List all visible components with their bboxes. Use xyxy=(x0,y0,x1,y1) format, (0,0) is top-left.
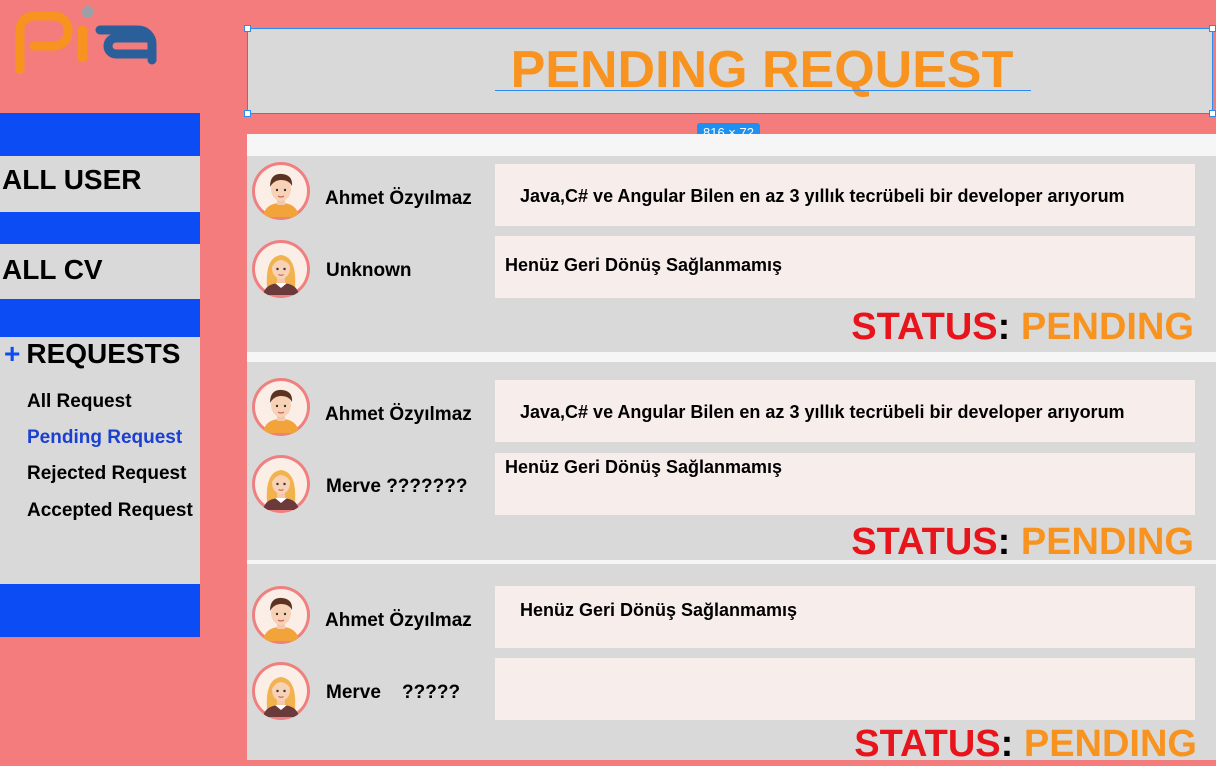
male-avatar-icon xyxy=(252,162,310,220)
status-label: STATUS xyxy=(851,521,998,563)
request-card[interactable]: Ahmet Özyılmaz Henüz Geri Dönüş Sağlanma… xyxy=(247,564,1216,765)
status-indicator: STATUS: PENDING xyxy=(851,305,1194,349)
title-underline xyxy=(495,90,1031,91)
status-colon: : xyxy=(1000,723,1014,765)
male-avatar-icon xyxy=(252,378,310,436)
status-colon: : xyxy=(997,306,1011,348)
resize-handle[interactable] xyxy=(244,25,251,32)
nav-accepted-request[interactable]: Accepted Request xyxy=(27,500,193,522)
expand-plus-icon[interactable]: + xyxy=(4,338,20,369)
resize-handle[interactable] xyxy=(1209,25,1216,32)
request-card[interactable]: Ahmet Özyılmaz Java,C# ve Angular Bilen … xyxy=(247,362,1216,563)
requester-name: Ahmet Özyılmaz xyxy=(325,188,472,209)
female-avatar-icon xyxy=(252,455,310,513)
resize-handle[interactable] xyxy=(1209,110,1216,117)
status-indicator: STATUS: PENDING xyxy=(854,722,1197,766)
nav-requests[interactable]: + REQUESTS xyxy=(4,338,180,370)
status-label: STATUS xyxy=(851,306,998,348)
requests-label: REQUESTS xyxy=(26,338,181,369)
page-title: PENDING REQUEST xyxy=(510,41,1014,99)
response-message xyxy=(495,658,1195,720)
status-value: PENDING xyxy=(1023,723,1197,765)
nav-pending-request[interactable]: Pending Request xyxy=(27,427,182,449)
responder-name: Merve ??????? xyxy=(326,476,468,497)
male-avatar-icon xyxy=(252,586,310,644)
status-value: PENDING xyxy=(1020,521,1194,563)
resize-handle[interactable] xyxy=(244,110,251,117)
request-message: Java,C# ve Angular Bilen en az 3 yıllık … xyxy=(495,164,1195,226)
requester-name: Ahmet Özyılmaz xyxy=(325,404,472,425)
requests-group xyxy=(0,337,200,584)
sidebar-divider xyxy=(0,584,200,637)
nav-all-cv[interactable]: ALL CV xyxy=(2,254,103,286)
request-message: Java,C# ve Angular Bilen en az 3 yıllık … xyxy=(495,380,1195,442)
status-indicator: STATUS: PENDING xyxy=(851,520,1194,564)
status-value: PENDING xyxy=(1020,306,1194,348)
sidebar-divider xyxy=(0,212,200,244)
nav-all-request[interactable]: All Request xyxy=(27,391,132,413)
sidebar: ALL USER ALL CV + REQUESTS All Request Pe… xyxy=(0,0,200,760)
status-colon: : xyxy=(997,521,1011,563)
response-message: Henüz Geri Dönüş Sağlanmamış xyxy=(495,236,1195,298)
sidebar-divider xyxy=(0,113,200,156)
responder-name: Unknown xyxy=(326,260,412,281)
nav-all-user[interactable]: ALL USER xyxy=(2,164,142,196)
nav-rejected-request[interactable]: Rejected Request xyxy=(27,463,186,485)
female-avatar-icon xyxy=(252,662,310,720)
response-message: Henüz Geri Dönüş Sağlanmamış xyxy=(495,453,1195,515)
requester-name: Ahmet Özyılmaz xyxy=(325,610,472,631)
request-message: Henüz Geri Dönüş Sağlanmamış xyxy=(495,586,1195,648)
status-label: STATUS xyxy=(854,723,1001,765)
responder-name: Merve ????? xyxy=(326,682,461,703)
sidebar-divider xyxy=(0,299,200,337)
request-card[interactable]: Ahmet Özyılmaz Java,C# ve Angular Bilen … xyxy=(247,156,1216,352)
female-avatar-icon xyxy=(252,240,310,298)
